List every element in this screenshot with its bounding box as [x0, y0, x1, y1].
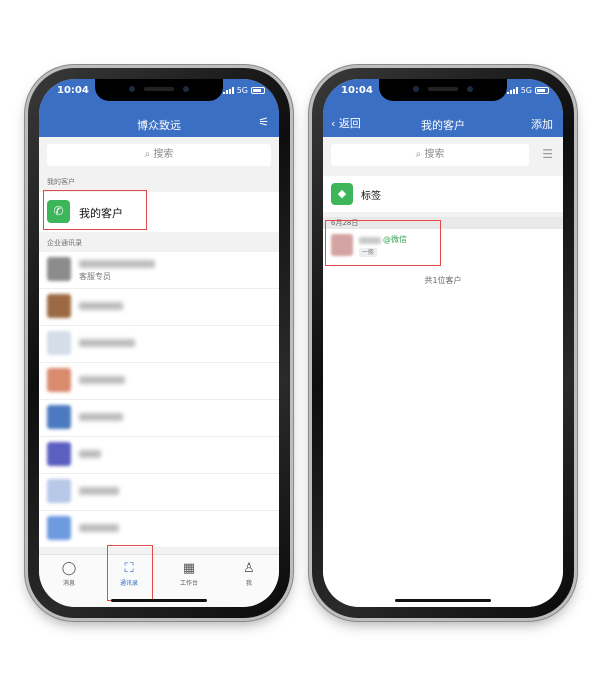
search-input[interactable]: ⌕ 搜索	[331, 144, 529, 166]
section-label-my-customers: 我的客户	[47, 178, 75, 186]
contact-name	[79, 450, 101, 458]
list-item[interactable]	[39, 437, 279, 474]
highlight-box	[325, 220, 441, 266]
list-background	[323, 263, 563, 607]
sliders-icon[interactable]: ⚟	[258, 115, 269, 129]
avatar	[47, 442, 71, 466]
avatar	[47, 405, 71, 429]
search-area: ⌕ 搜索	[39, 137, 279, 173]
list-item[interactable]	[39, 363, 279, 400]
search-area: ⌕ 搜索 ☰	[323, 137, 563, 173]
highlight-box	[107, 545, 153, 601]
highlight-box	[43, 190, 147, 230]
tab-messages[interactable]: ◯ 消息	[39, 555, 99, 607]
contact-subtitle: 客服专员	[79, 272, 111, 281]
filter-icon[interactable]: ☰	[542, 147, 553, 161]
left-phone-frame: 10:04 5G 博众致远 ⚟ ⌕ 搜索 我的客户 ✆ 我的客户 企业通讯录 客…	[28, 68, 290, 618]
status-time: 10:04	[341, 85, 373, 96]
add-button[interactable]: 添加	[531, 116, 553, 132]
grid-icon: ▦	[182, 561, 196, 576]
search-icon: ⌕	[144, 149, 151, 160]
search-placeholder: 搜索	[424, 149, 445, 160]
avatar	[47, 257, 71, 281]
avatar	[47, 294, 71, 318]
contact-name	[79, 413, 123, 421]
page-title: 我的客户	[421, 119, 465, 132]
network-label: 5G	[236, 86, 248, 95]
signal-icon	[222, 87, 234, 94]
status-indicators: 5G	[222, 86, 265, 95]
list-item[interactable]	[39, 400, 279, 437]
contact-name	[79, 339, 135, 347]
list-item[interactable]	[39, 326, 279, 363]
contact-list: 客服专员	[39, 252, 279, 548]
right-phone-frame: 10:04 5G ‹ 返回 我的客户 添加 ⌕ 搜索 ☰ ◆ 标签 6月28日	[312, 68, 574, 618]
avatar	[47, 479, 71, 503]
list-item[interactable]: 客服专员	[39, 252, 279, 289]
contact-name	[79, 376, 125, 384]
notch	[95, 79, 223, 101]
status-indicators: 5G	[506, 86, 549, 95]
battery-icon	[535, 87, 549, 94]
customer-count: 共1位客户	[424, 276, 462, 285]
battery-icon	[251, 87, 265, 94]
network-label: 5G	[520, 86, 532, 95]
home-indicator[interactable]	[111, 599, 207, 602]
search-icon: ⌕	[415, 149, 422, 160]
list-item[interactable]	[39, 511, 279, 548]
tag-label: 标签	[361, 191, 381, 202]
chat-bubble-icon: ◯	[61, 561, 77, 576]
section-label-enterprise: 企业通讯录	[47, 239, 82, 247]
tag-item[interactable]: ◆ 标签	[323, 176, 563, 212]
search-input[interactable]: ⌕ 搜索	[47, 144, 271, 166]
list-item[interactable]	[39, 474, 279, 511]
avatar	[47, 331, 71, 355]
right-phone-screen: 10:04 5G ‹ 返回 我的客户 添加 ⌕ 搜索 ☰ ◆ 标签 6月28日	[323, 79, 563, 607]
person-icon: ♙	[243, 561, 255, 576]
left-phone-screen: 10:04 5G 博众致远 ⚟ ⌕ 搜索 我的客户 ✆ 我的客户 企业通讯录 客…	[39, 79, 279, 607]
status-time: 10:04	[57, 85, 89, 96]
page-title: 博众致远	[137, 119, 181, 132]
contact-name	[79, 260, 155, 268]
signal-icon	[506, 87, 518, 94]
tab-me[interactable]: ♙ 我	[219, 555, 279, 607]
notch	[379, 79, 507, 101]
contact-name	[79, 487, 119, 495]
tag-icon: ◆	[331, 183, 353, 205]
avatar	[47, 368, 71, 392]
contact-name	[79, 302, 123, 310]
avatar	[47, 516, 71, 540]
contact-name	[79, 524, 119, 532]
list-item[interactable]	[39, 289, 279, 326]
search-placeholder: 搜索	[153, 149, 174, 160]
home-indicator[interactable]	[395, 599, 491, 602]
